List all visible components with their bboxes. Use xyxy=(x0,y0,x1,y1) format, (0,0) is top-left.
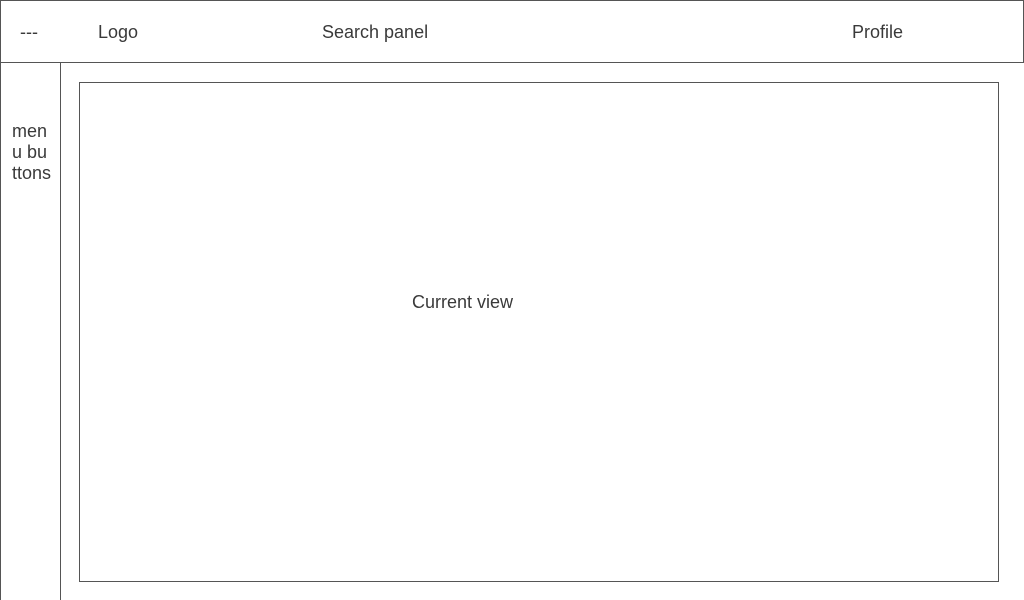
sidebar: menu buttons xyxy=(0,62,61,600)
profile-button[interactable]: Profile xyxy=(852,21,903,43)
app-wireframe: --- Logo Search panel Profile menu butto… xyxy=(0,0,1024,600)
search-panel[interactable]: Search panel xyxy=(322,21,428,43)
sidebar-menu-buttons[interactable]: menu buttons xyxy=(12,121,52,184)
current-view-label: Current view xyxy=(412,292,514,312)
header-bar: --- Logo Search panel Profile xyxy=(0,0,1024,63)
logo[interactable]: Logo xyxy=(98,21,138,43)
menu-toggle-button[interactable]: --- xyxy=(20,21,38,43)
current-view-panel: Current view xyxy=(79,82,999,582)
